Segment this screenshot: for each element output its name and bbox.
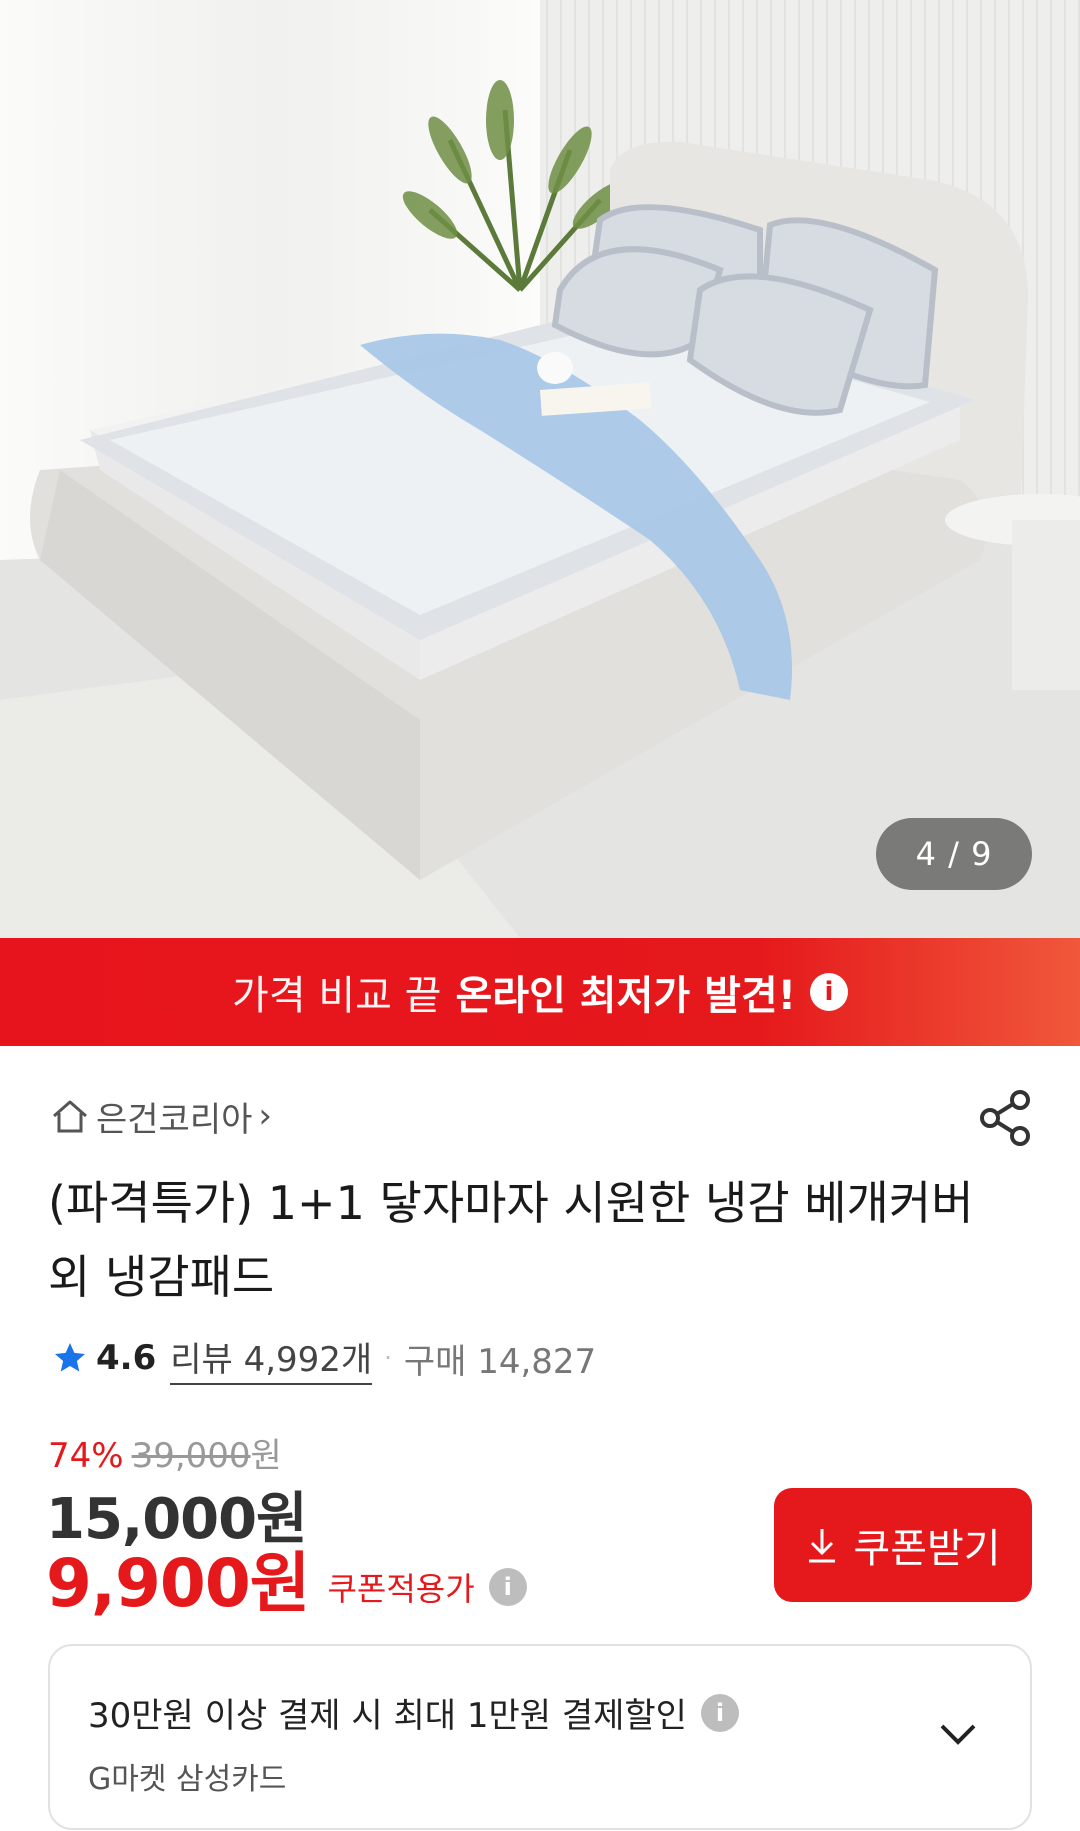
info-icon[interactable]: i — [809, 973, 848, 1011]
separator-dot: · — [384, 1344, 392, 1372]
promo-bold-text: 온라인 최저가 발견! — [455, 973, 796, 1019]
rating-score: 4.6 — [96, 1338, 157, 1378]
product-photo — [0, 0, 1080, 938]
share-icon[interactable] — [976, 1088, 1036, 1148]
promo-normal-text: 가격 비교 끝 — [232, 973, 442, 1019]
coupon-price-label: 쿠폰적용가 — [327, 1570, 475, 1608]
star-icon — [55, 1343, 85, 1372]
image-page-indicator: 4 / 9 — [876, 818, 1032, 890]
product-image-gallery[interactable]: 4 / 9 — [0, 0, 1080, 938]
get-coupon-label: 쿠폰받기 — [853, 1526, 1001, 1572]
card-name: G마켓 삼성카드 — [88, 1762, 287, 1797]
lowest-price-banner[interactable]: 가격 비교 끝 온라인 최저가 발견! i — [0, 938, 1080, 1046]
card-discount-accordion[interactable]: 30만원 이상 결제 시 최대 1만원 결제할인 i G마켓 삼성카드 — [48, 1644, 1032, 1830]
home-icon — [53, 1100, 87, 1133]
card-offer-title-row: 30만원 이상 결제 시 최대 1만원 결제할인 i — [88, 1688, 739, 1737]
seller-name: 은건코리아 — [96, 1099, 253, 1140]
rating-row: 4.6 리뷰 4,992개 · 구매 14,827 — [52, 1332, 597, 1385]
download-icon — [809, 1529, 836, 1563]
info-icon[interactable]: i — [700, 1693, 739, 1732]
chevron-down-icon[interactable] — [934, 1710, 982, 1758]
coupon-price-row: 9,900원 쿠폰적용가 i — [46, 1530, 527, 1626]
chevron-right-icon: › — [258, 1096, 273, 1136]
seller-link[interactable]: 은건코리아 › — [50, 1092, 272, 1140]
review-count-link[interactable]: 리뷰 4,992개 — [170, 1332, 373, 1385]
coupon-price: 9,900원 — [46, 1545, 310, 1622]
original-price-unit: 원 — [250, 1436, 282, 1476]
card-offer-title: 30만원 이상 결제 시 최대 1만원 결제할인 — [88, 1696, 687, 1736]
purchase-count: 구매 14,827 — [403, 1341, 597, 1382]
product-title: (파격특가) 1+1 닿자마자 시원한 냉감 베개커버 외 냉감패드 — [48, 1176, 974, 1304]
info-icon[interactable]: i — [488, 1568, 527, 1606]
original-price-row: 74% 39,000 원 — [48, 1428, 282, 1477]
original-price: 39,000 — [131, 1436, 251, 1476]
get-coupon-button[interactable]: 쿠폰받기 — [774, 1488, 1032, 1602]
discount-percent: 74% — [48, 1436, 124, 1476]
